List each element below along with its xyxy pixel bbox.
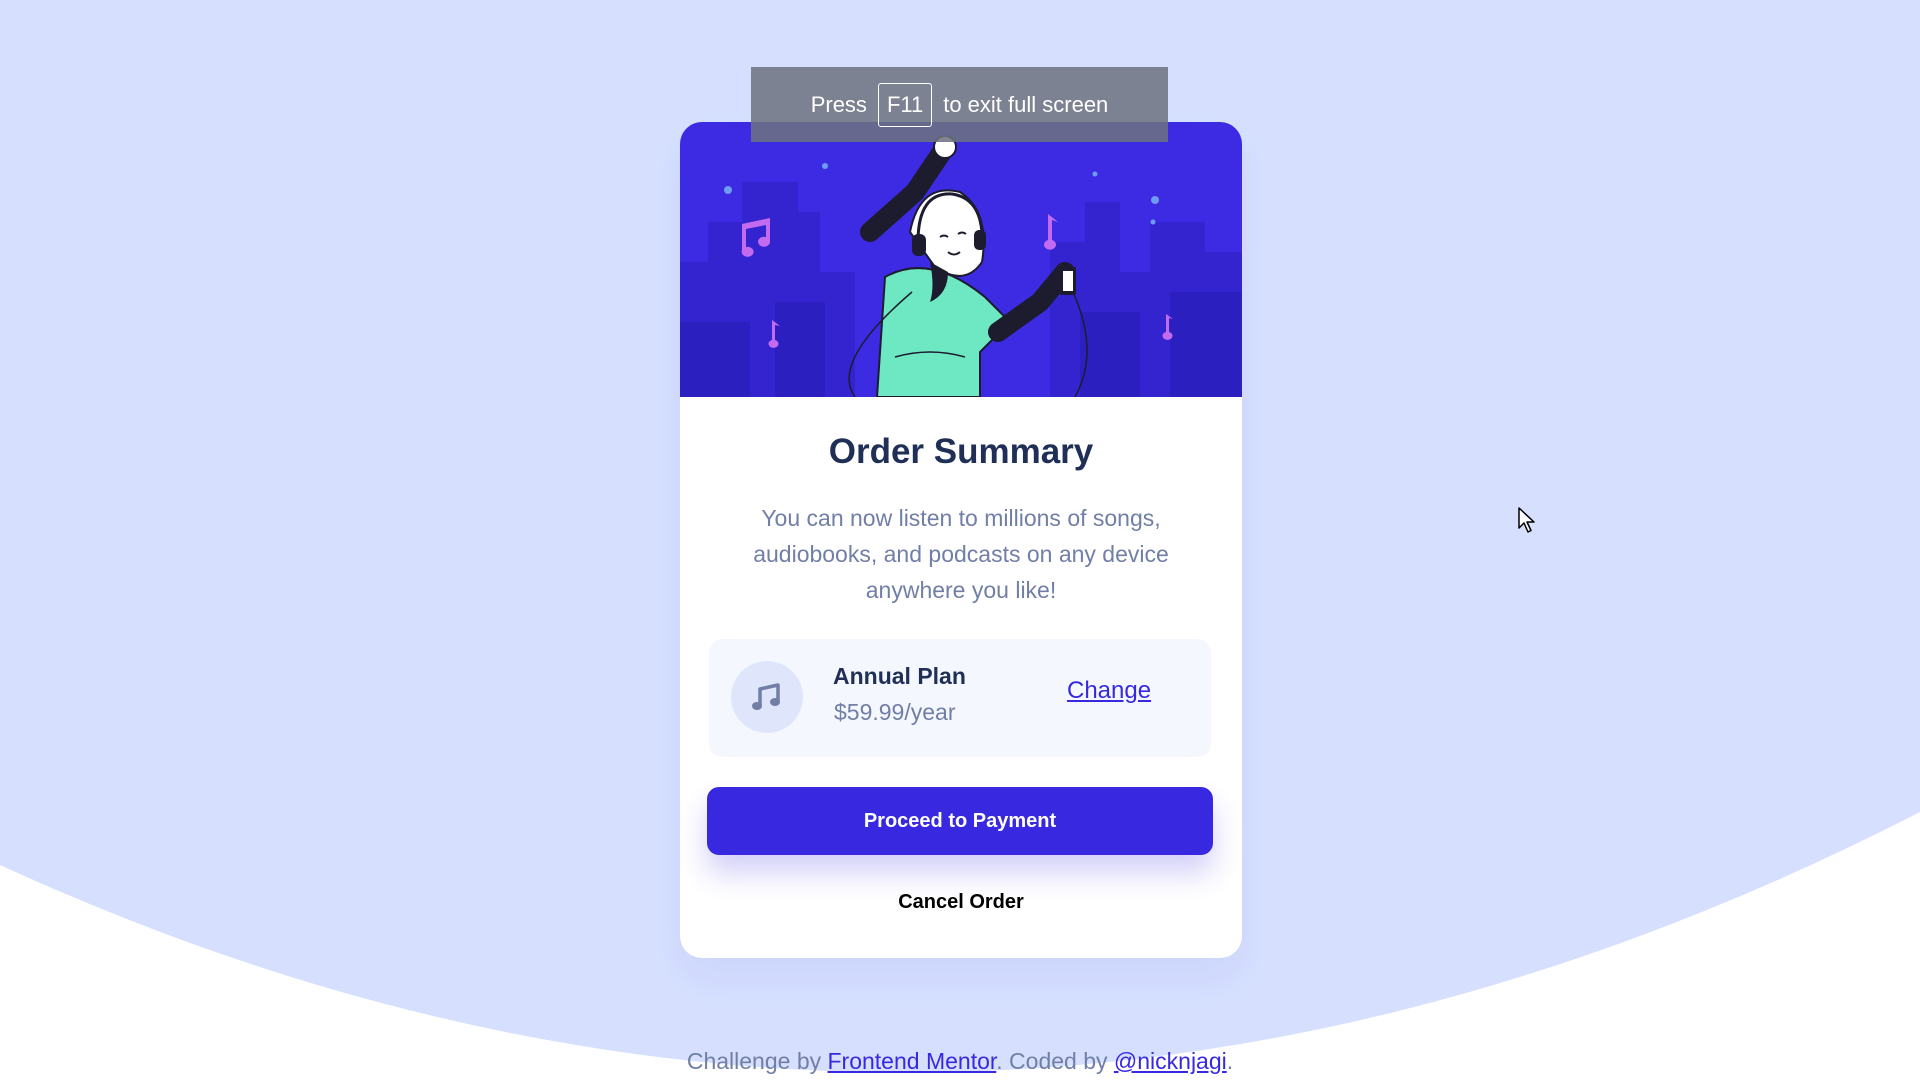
frontend-mentor-link[interactable]: Frontend Mentor [828,1048,997,1074]
proceed-to-payment-button[interactable]: Proceed to Payment [707,787,1213,855]
card-description: You can now listen to millions of songs,… [753,505,1169,603]
fullscreen-suffix-text: to exit full screen [943,91,1109,117]
change-plan-link[interactable]: Change [1067,677,1151,705]
f11-key-badge: F11 [877,82,933,127]
hero-illustration [680,122,1242,397]
plan-name: Annual Plan [833,663,966,689]
music-note-icon [731,661,803,733]
attribution-footer: Challenge by Frontend Mentor. Coded by @… [0,1048,1920,1075]
footer-suffix: . [1226,1048,1234,1074]
author-link[interactable]: @nicknjagi [1114,1048,1227,1074]
fullscreen-notice: Press F11 to exit full screen [751,67,1168,142]
cancel-order-button[interactable]: Cancel Order [811,882,1111,922]
card-title: Order Summary [828,432,1094,471]
mouse-pointer-icon [1518,507,1535,533]
challenge-prefix: Challenge by [686,1048,822,1074]
fullscreen-press-text: Press [810,91,867,117]
coded-by-prefix: . Coded by [996,1048,1108,1074]
plan-price: $59.99/year [834,699,956,725]
plan-summary: Annual Plan $59.99/year Change [709,639,1211,757]
order-summary-card: Order Summary You can now listen to mill… [680,122,1242,958]
